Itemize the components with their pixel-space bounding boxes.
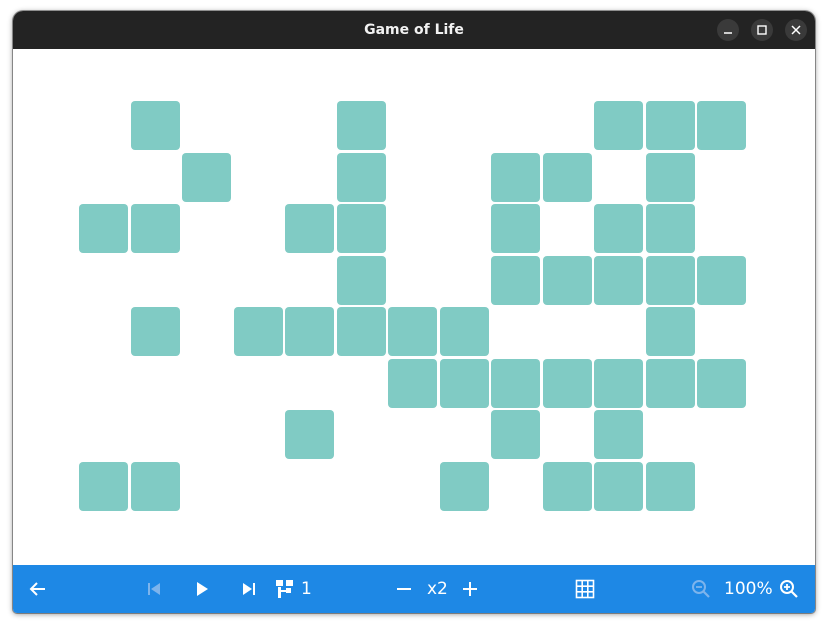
generation-count: 1 (301, 579, 312, 599)
live-cell[interactable] (388, 359, 437, 408)
hierarchy-icon (276, 580, 293, 598)
arrow-left-icon (29, 582, 45, 596)
maximize-button[interactable] (751, 19, 773, 41)
live-cell[interactable] (491, 204, 540, 253)
live-cell[interactable] (594, 204, 643, 253)
minimize-button[interactable] (717, 19, 739, 41)
bottom-toolbar: 1 x2 100% (13, 565, 815, 613)
live-cell[interactable] (543, 359, 592, 408)
live-cell[interactable] (491, 359, 540, 408)
live-cell[interactable] (697, 256, 746, 305)
live-cell[interactable] (646, 204, 695, 253)
live-cell[interactable] (337, 256, 386, 305)
live-cell[interactable] (388, 307, 437, 356)
live-cell[interactable] (491, 256, 540, 305)
play-icon (197, 582, 208, 596)
app-window: Game of Life 1 x2 100% (13, 11, 815, 613)
first-generation-button[interactable] (141, 565, 167, 613)
zoom-in-icon (780, 580, 798, 598)
zoom-in-button[interactable] (776, 565, 802, 613)
live-cell[interactable] (646, 462, 695, 511)
live-cell[interactable] (234, 307, 283, 356)
live-cell[interactable] (594, 101, 643, 150)
live-cell[interactable] (646, 256, 695, 305)
live-cell[interactable] (543, 462, 592, 511)
window-title: Game of Life (364, 22, 464, 38)
generation-icon-wrap (274, 565, 296, 613)
live-cell[interactable] (491, 153, 540, 202)
live-cell[interactable] (646, 307, 695, 356)
grid-toggle-button[interactable] (572, 565, 598, 613)
next-generation-button[interactable] (236, 565, 262, 613)
live-cell[interactable] (594, 359, 643, 408)
skip-previous-icon (148, 583, 160, 595)
skip-next-icon (243, 583, 255, 595)
live-cell[interactable] (440, 307, 489, 356)
zoom-level: 100% (724, 579, 773, 599)
live-cell[interactable] (337, 101, 386, 150)
minimize-icon (724, 32, 732, 34)
live-cell[interactable] (337, 153, 386, 202)
title-bar: Game of Life (13, 11, 815, 49)
minus-icon (397, 588, 411, 590)
plus-icon (463, 582, 477, 596)
live-cell[interactable] (594, 410, 643, 459)
speed-increase-button[interactable] (457, 565, 483, 613)
speed-decrease-button[interactable] (391, 565, 417, 613)
live-cell[interactable] (131, 307, 180, 356)
live-cell[interactable] (440, 359, 489, 408)
live-cell[interactable] (131, 101, 180, 150)
live-cell[interactable] (491, 410, 540, 459)
live-cell[interactable] (131, 462, 180, 511)
live-cell[interactable] (182, 153, 231, 202)
live-cell[interactable] (646, 359, 695, 408)
live-cell[interactable] (337, 204, 386, 253)
play-button[interactable] (189, 565, 215, 613)
live-cell[interactable] (646, 153, 695, 202)
speed-label: x2 (427, 579, 448, 599)
maximize-icon (757, 25, 767, 35)
zoom-out-button[interactable] (688, 565, 714, 613)
life-board[interactable] (13, 49, 815, 565)
grid-icon (575, 579, 595, 599)
live-cell[interactable] (646, 101, 695, 150)
live-cell[interactable] (79, 204, 128, 253)
live-cell[interactable] (594, 462, 643, 511)
live-cell[interactable] (285, 307, 334, 356)
live-cell[interactable] (697, 101, 746, 150)
back-button[interactable] (25, 565, 51, 613)
close-button[interactable] (785, 19, 807, 41)
live-cell[interactable] (285, 204, 334, 253)
live-cell[interactable] (79, 462, 128, 511)
live-cell[interactable] (697, 359, 746, 408)
live-cell[interactable] (440, 462, 489, 511)
live-cell[interactable] (337, 307, 386, 356)
live-cell[interactable] (594, 256, 643, 305)
live-cell[interactable] (285, 410, 334, 459)
live-cell[interactable] (131, 204, 180, 253)
live-cell[interactable] (543, 256, 592, 305)
zoom-out-icon (692, 580, 710, 598)
close-icon (791, 25, 801, 35)
live-cell[interactable] (543, 153, 592, 202)
